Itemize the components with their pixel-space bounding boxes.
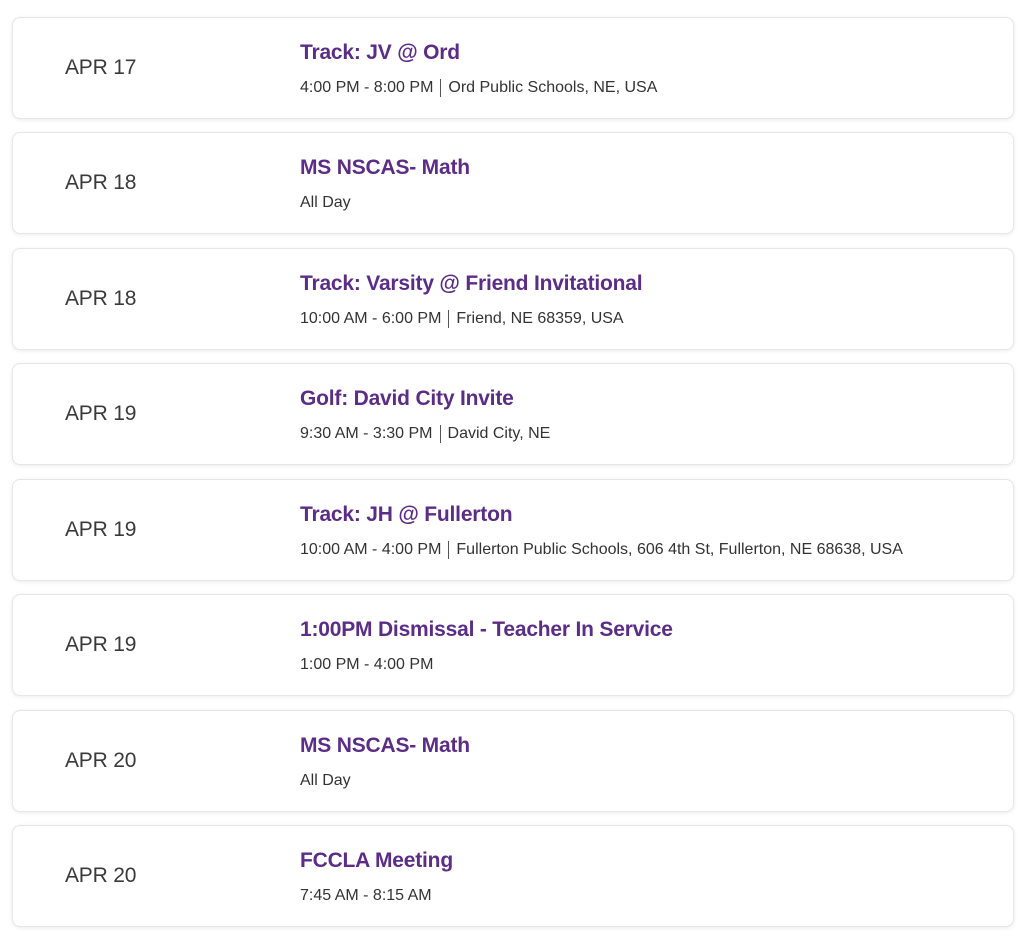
event-title-link[interactable]: Golf: David City Invite bbox=[300, 386, 993, 412]
event-date: APR 19 bbox=[65, 402, 137, 425]
event-time: 9:30 AM - 3:30 PM bbox=[300, 425, 433, 442]
event-date: APR 18 bbox=[65, 171, 137, 194]
event-time: 1:00 PM - 4:00 PM bbox=[300, 656, 434, 673]
event-time: 4:00 PM - 8:00 PM bbox=[300, 79, 434, 96]
event-meta: All Day bbox=[300, 771, 993, 791]
event-info: 1:00PM Dismissal - Teacher In Service 1:… bbox=[300, 617, 993, 675]
event-location: Friend, NE 68359, USA bbox=[456, 310, 624, 327]
event-card[interactable]: APR 19 Track: JH @ Fullerton 10:00 AM - … bbox=[12, 479, 1014, 581]
event-card[interactable]: APR 18 Track: Varsity @ Friend Invitatio… bbox=[12, 248, 1014, 350]
meta-separator bbox=[440, 79, 442, 97]
event-card[interactable]: APR 18 MS NSCAS- Math All Day bbox=[12, 132, 1014, 234]
event-card[interactable]: APR 20 FCCLA Meeting 7:45 AM - 8:15 AM bbox=[12, 825, 1014, 927]
event-location: David City, NE bbox=[447, 425, 551, 442]
event-date: APR 17 bbox=[65, 56, 137, 79]
meta-separator bbox=[448, 541, 450, 559]
event-info: Track: JH @ Fullerton 10:00 AM - 4:00 PM… bbox=[300, 502, 993, 560]
event-time: 10:00 AM - 4:00 PM bbox=[300, 541, 442, 558]
event-date: APR 20 bbox=[65, 749, 137, 772]
event-time: 10:00 AM - 6:00 PM bbox=[300, 310, 442, 327]
event-meta: 9:30 AM - 3:30 PM David City, NE bbox=[300, 424, 993, 444]
event-date: APR 19 bbox=[65, 633, 137, 656]
event-meta: 10:00 AM - 6:00 PM Friend, NE 68359, USA bbox=[300, 309, 993, 329]
event-time: 7:45 AM - 8:15 AM bbox=[300, 887, 432, 904]
event-info: FCCLA Meeting 7:45 AM - 8:15 AM bbox=[300, 848, 993, 906]
event-list: APR 17 Track: JV @ Ord 4:00 PM - 8:00 PM… bbox=[0, 0, 1024, 937]
meta-separator bbox=[448, 310, 450, 328]
event-card[interactable]: APR 20 MS NSCAS- Math All Day bbox=[12, 710, 1014, 812]
event-title-link[interactable]: MS NSCAS- Math bbox=[300, 155, 993, 181]
event-title-link[interactable]: FCCLA Meeting bbox=[300, 848, 993, 874]
event-info: Track: JV @ Ord 4:00 PM - 8:00 PM Ord Pu… bbox=[300, 40, 993, 98]
event-title-link[interactable]: MS NSCAS- Math bbox=[300, 733, 993, 759]
event-date: APR 18 bbox=[65, 287, 137, 310]
event-info: MS NSCAS- Math All Day bbox=[300, 733, 993, 791]
event-meta: 10:00 AM - 4:00 PM Fullerton Public Scho… bbox=[300, 540, 993, 560]
meta-separator bbox=[439, 425, 441, 443]
event-date: APR 20 bbox=[65, 864, 137, 887]
event-meta: 4:00 PM - 8:00 PM Ord Public Schools, NE… bbox=[300, 78, 993, 98]
event-title-link[interactable]: 1:00PM Dismissal - Teacher In Service bbox=[300, 617, 993, 643]
event-meta: 1:00 PM - 4:00 PM bbox=[300, 655, 993, 675]
event-location: Fullerton Public Schools, 606 4th St, Fu… bbox=[456, 541, 903, 558]
event-time: All Day bbox=[300, 772, 351, 789]
event-card[interactable]: APR 19 1:00PM Dismissal - Teacher In Ser… bbox=[12, 594, 1014, 696]
event-info: Golf: David City Invite 9:30 AM - 3:30 P… bbox=[300, 386, 993, 444]
event-date: APR 19 bbox=[65, 518, 137, 541]
event-card[interactable]: APR 19 Golf: David City Invite 9:30 AM -… bbox=[12, 363, 1014, 465]
event-title-link[interactable]: Track: JH @ Fullerton bbox=[300, 502, 993, 528]
event-meta: 7:45 AM - 8:15 AM bbox=[300, 886, 993, 906]
event-info: MS NSCAS- Math All Day bbox=[300, 155, 993, 213]
event-location: Ord Public Schools, NE, USA bbox=[448, 79, 658, 96]
event-meta: All Day bbox=[300, 193, 993, 213]
event-time: All Day bbox=[300, 194, 351, 211]
event-info: Track: Varsity @ Friend Invitational 10:… bbox=[300, 271, 993, 329]
event-title-link[interactable]: Track: JV @ Ord bbox=[300, 40, 993, 66]
event-card[interactable]: APR 17 Track: JV @ Ord 4:00 PM - 8:00 PM… bbox=[12, 17, 1014, 119]
event-title-link[interactable]: Track: Varsity @ Friend Invitational bbox=[300, 271, 993, 297]
